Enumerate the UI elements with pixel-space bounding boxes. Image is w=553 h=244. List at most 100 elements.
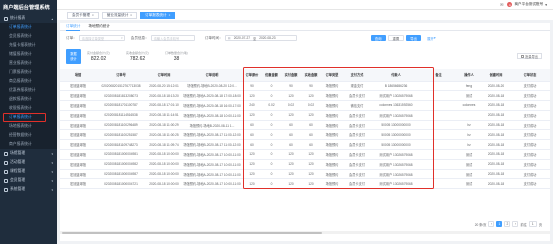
user-name[interactable]: 商户平台测试账号: [514, 2, 543, 7]
member-phone-input[interactable]: 请输入会员手机号: [150, 35, 195, 41]
table-row[interactable]: 宏旭篮球馆 0202008181000004982 2020-08-18 10:00…: [60, 159, 550, 170]
subtab-venue-stats[interactable]: 场地预约统计: [88, 23, 110, 31]
user-menu[interactable]: ✉ A 商户平台测试账号 ▾: [500, 2, 547, 7]
table-row[interactable]: 宏旭篮球馆 0202008181000004721 2020-08-18 10:00…: [60, 178, 550, 190]
table-cell: 0: [262, 139, 281, 151]
tab-order-report[interactable]: 订单报表统计 ×: [140, 11, 176, 19]
table-row[interactable]: 宏旭篮球馆 0202008181000004981 2020-08-18 10:00…: [60, 149, 550, 160]
table-row[interactable]: 宏旭篮球馆 0202008181701100787 2020-08-18 17:01…: [60, 100, 550, 111]
table-cell: 测试: [456, 149, 482, 160]
table-row[interactable]: 宏旭篮球馆 0202008181109748273 2020-08-18 11:09…: [60, 139, 550, 151]
table-row[interactable]: 宏旭篮球馆 0202008201512767713038 2020-08-20 15…: [60, 81, 550, 92]
subtab-order-stats[interactable]: 订单统计: [66, 23, 81, 31]
sidebar-item[interactable]: 场地报表统计: [0, 122, 57, 131]
sidebar-group[interactable]: 系统管理 ▾: [0, 185, 57, 194]
table-cell: 测试用户 13026579068: [371, 110, 421, 121]
date-range-picker[interactable]: ▦ 2020-07-27 至 2020-08-23: [224, 35, 297, 41]
sidebar-item[interactable]: 商品报表统计: [0, 77, 57, 86]
table-cell: 50005 13000000000: [371, 129, 421, 141]
menu-icon: [4, 187, 8, 192]
column-header[interactable]: 订单号: [96, 69, 146, 82]
sidebar-group[interactable]: 课程管理 ▾: [0, 167, 57, 176]
sidebar-item[interactable]: 营业报表统计: [0, 59, 57, 68]
sidebar-group[interactable]: 场馆管理 ▾: [0, 149, 57, 158]
sidebar-item[interactable]: 订单报表统计: [0, 23, 57, 32]
column-header[interactable]: 付款人: [371, 69, 421, 82]
table-row[interactable]: 宏旭篮球馆 0202008181813208073 2020-08-18 18:13…: [60, 90, 550, 102]
scrollbar-thumb[interactable]: [62, 231, 322, 234]
table-cell: 宏旭篮球馆: [60, 139, 96, 151]
expand-button[interactable]: 展开 ▾: [423, 35, 439, 41]
sidebar-item[interactable]: 充值卡报表统计: [0, 41, 57, 50]
column-header[interactable]: 订单说明: [182, 69, 242, 82]
table-cell: 2020-08-18 10:00:00: [146, 169, 182, 180]
next-page-button[interactable]: ›: [512, 221, 519, 227]
sidebar-item[interactable]: 储值报表统计: [0, 50, 57, 59]
table-row[interactable]: 宏旭篮球馆 0202008181000004987 2020-08-18 10:00…: [60, 169, 550, 180]
close-icon[interactable]: ×: [130, 13, 132, 17]
column-header[interactable]: 备注: [421, 69, 456, 82]
table-cell: 60: [301, 139, 321, 151]
table-cell: 会员卡支付: [343, 110, 371, 121]
filter-bar: 订单： 请选择订单类型 ▾ 会员信息： 请输入会员手机号 订单时间： ▦ 2020…: [60, 31, 550, 45]
goto-input[interactable]: 1: [528, 221, 537, 227]
table-row[interactable]: 宏旭篮球馆 0202008181114516538 2020-08-18 11:14…: [60, 110, 550, 121]
column-header[interactable]: 订单类型: [321, 69, 343, 82]
page-size-select[interactable]: 20 条/页: [475, 222, 487, 227]
avatar[interactable]: A: [507, 2, 513, 7]
sidebar-item-label: 统计报表: [10, 16, 26, 20]
table-cell: 120: [242, 90, 262, 102]
export-button[interactable]: 导出: [406, 35, 422, 41]
sidebar-item[interactable]: 订单报表统计: [0, 113, 57, 122]
horizontal-scrollbar[interactable]: [60, 231, 550, 234]
column-header[interactable]: 创建时间: [482, 69, 510, 82]
sidebar-item[interactable]: 会员报表统计: [0, 32, 57, 41]
column-header[interactable]: 支付方式: [343, 69, 371, 82]
table-cell: 测试用户 13026579068: [371, 178, 421, 190]
menu-icon: [4, 178, 8, 183]
sidebar-menu: 统计报表 ▴ 订单报表统计 会员报表统计 充值卡报表统计 储值报表统计 营业报表统计 门票报表…: [0, 14, 57, 194]
column-header[interactable]: 实付金额: [281, 69, 301, 82]
page-2[interactable]: 2: [504, 221, 511, 227]
table-cell: 场馆预约: [321, 81, 343, 92]
batch-export-button[interactable]: 批量导出: [517, 53, 542, 59]
close-icon[interactable]: ×: [92, 13, 94, 17]
search-button[interactable]: 查询: [370, 35, 386, 41]
sidebar-item[interactable]: 商户报表统计: [0, 140, 57, 149]
chevron-down-icon[interactable]: ▾: [545, 3, 547, 7]
table-cell: hz: [456, 139, 482, 151]
bell-icon[interactable]: ✉: [500, 2, 503, 7]
table-row[interactable]: 宏旭篮球馆 0202008181100296489 2020-08-18 11:00…: [60, 120, 550, 131]
close-icon[interactable]: ×: [169, 13, 171, 17]
column-header[interactable]: 订单时间: [146, 69, 182, 82]
column-header[interactable]: 实收金额: [301, 69, 321, 82]
column-header[interactable]: 订单原价: [242, 69, 262, 82]
table-cell: 90: [281, 81, 301, 92]
sidebar-item[interactable]: 经营数据统计: [0, 131, 57, 140]
sidebar-group[interactable]: 统计报表 ▴: [0, 14, 57, 23]
prev-page-button[interactable]: ‹: [488, 221, 495, 227]
sidebar-item[interactable]: 退款报表统计: [0, 95, 57, 104]
table-cell: 支付成功: [510, 149, 550, 160]
table-row[interactable]: 宏旭篮球馆 0202008181100251587 2020-08-18 11:00…: [60, 129, 550, 141]
sidebar-item[interactable]: 门票报表统计: [0, 68, 57, 77]
reset-button[interactable]: 重置: [387, 35, 405, 41]
sidebar-item-label: 商品报表统计: [9, 79, 32, 83]
chevron-down-icon: ▾: [121, 36, 123, 40]
column-header[interactable]: 操作人: [456, 69, 482, 82]
column-header[interactable]: 场馆: [60, 69, 96, 82]
column-header[interactable]: 订单状态: [510, 69, 550, 82]
sidebar-item[interactable]: 收银报表统计: [0, 104, 57, 113]
table-cell: 测试用户 13026579068: [371, 169, 421, 180]
sidebar-group[interactable]: 会员管理 ▾: [0, 176, 57, 185]
sidebar-group[interactable]: 活动管理 ▾: [0, 158, 57, 167]
sidebar-item[interactable]: 优惠券报表统计: [0, 86, 57, 95]
order-type-select[interactable]: 请选择订单类型 ▾: [78, 35, 125, 41]
table-cell: [421, 149, 456, 160]
page-1[interactable]: 1: [496, 221, 503, 227]
column-header[interactable]: 优惠金额: [262, 69, 281, 82]
menu-icon: [4, 169, 8, 174]
tab-traffic[interactable]: 营业流量统计 ×: [101, 11, 138, 19]
tab-member-card[interactable]: 会员卡管理 ×: [67, 11, 99, 19]
table-cell: 支付成功: [510, 139, 550, 151]
